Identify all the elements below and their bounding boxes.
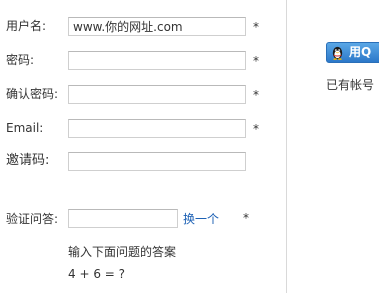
username-label: 用户名:: [6, 19, 47, 33]
confirm-password-input[interactable]: [68, 85, 246, 104]
refresh-question-link[interactable]: 换一个: [183, 210, 219, 228]
qq-penguin-icon: [332, 46, 343, 60]
email-input[interactable]: [68, 119, 246, 138]
email-required-mark: *: [253, 122, 259, 136]
qq-login-button[interactable]: 用Q: [326, 42, 379, 63]
email-label: Email:: [6, 121, 44, 135]
existing-account-text: 已有帐号: [326, 78, 375, 92]
verify-question-text: 4 + 6 = ?: [68, 267, 126, 281]
username-required-mark: *: [253, 20, 259, 34]
invite-code-label: 邀请码:: [6, 153, 50, 168]
column-divider: [286, 0, 287, 293]
verify-answer-label: 验证问答:: [6, 212, 59, 226]
verify-hint-text: 输入下面问题的答案: [68, 245, 177, 259]
confirm-password-required-mark: *: [253, 88, 259, 102]
password-input[interactable]: [68, 51, 246, 70]
invite-code-input[interactable]: [68, 152, 246, 171]
password-label: 密码:: [6, 53, 35, 67]
password-required-mark: *: [253, 54, 259, 68]
username-input[interactable]: [68, 17, 246, 36]
verify-answer-input[interactable]: [68, 209, 178, 228]
verify-answer-required-mark: *: [243, 211, 249, 225]
confirm-password-label: 确认密码:: [6, 87, 59, 101]
qq-login-label: 用Q: [349, 45, 372, 59]
register-page: 用户名: * 密码: * 确认密码: * Email: * 邀请码: 验证问答:…: [0, 0, 379, 293]
